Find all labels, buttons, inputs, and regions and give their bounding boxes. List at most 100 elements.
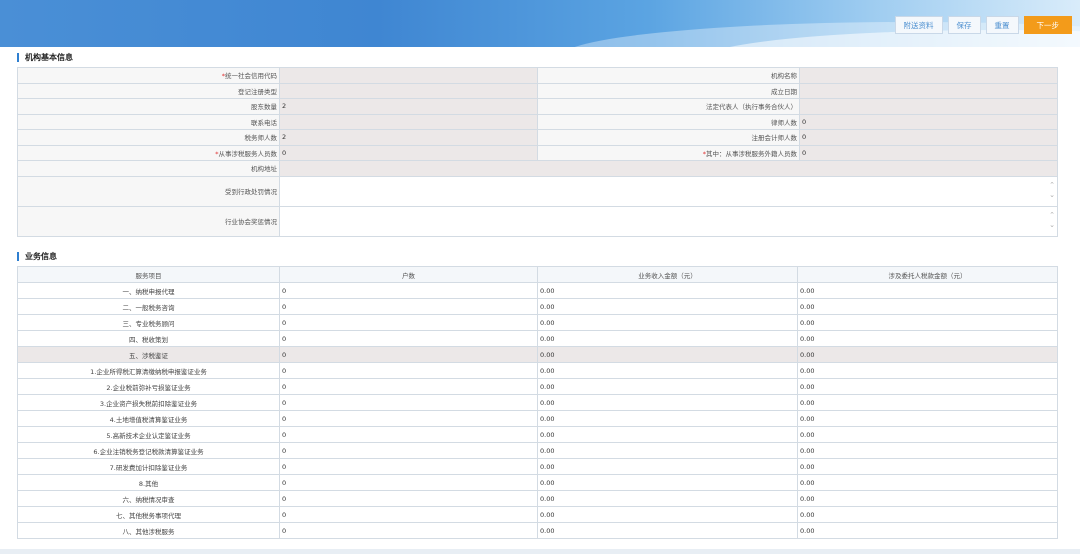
column-header: 服务项目 (17, 266, 280, 283)
field-value[interactable] (799, 67, 1058, 84)
save-button[interactable]: 保存 (947, 16, 981, 34)
tax-amount-cell[interactable]: 0.00 (797, 330, 1058, 347)
count-cell[interactable]: 0 (279, 506, 538, 523)
income-cell[interactable]: 0.00 (537, 442, 798, 459)
tax-amount-cell[interactable]: 0.00 (797, 346, 1058, 363)
count-cell[interactable]: 0 (279, 282, 538, 299)
income-cell[interactable]: 0.00 (537, 410, 798, 427)
address-field[interactable] (279, 160, 1058, 177)
table-row: 6.企业注销税务登记税款清算鉴证业务 0 0.00 0.00 (17, 442, 1058, 459)
count-cell[interactable]: 0 (279, 442, 538, 459)
count-cell[interactable]: 0 (279, 458, 538, 475)
field-label-text: 联系电话 (251, 118, 277, 127)
info-row: 联系电话 律师人数 0 (17, 113, 1058, 130)
count-cell[interactable]: 0 (279, 314, 538, 331)
count-cell[interactable]: 0 (279, 330, 538, 347)
field-value[interactable] (799, 82, 1058, 99)
attach-documents-button[interactable]: 附送资料 (894, 16, 943, 34)
column-header: 涉及委托人税款金额（元） (797, 266, 1058, 283)
info-row-textarea: 受到行政处罚情况 ⌃ ⌄ (17, 175, 1058, 207)
income-cell[interactable]: 0.00 (537, 346, 798, 363)
field-label: 机构名称 (537, 67, 800, 84)
table-row: 4.土地增值税清算鉴证业务 0 0.00 0.00 (17, 410, 1058, 427)
field-value[interactable]: 0 (799, 113, 1058, 130)
table-row: 8.其他 0 0.00 0.00 (17, 474, 1058, 491)
tax-amount-cell[interactable]: 0.00 (797, 394, 1058, 411)
income-cell[interactable]: 0.00 (537, 474, 798, 491)
count-cell[interactable]: 0 (279, 346, 538, 363)
tax-amount-cell[interactable]: 0.00 (797, 506, 1058, 523)
count-cell[interactable]: 0 (279, 426, 538, 443)
field-label-text: 律师人数 (771, 118, 797, 127)
income-cell[interactable]: 0.00 (537, 362, 798, 379)
income-cell[interactable]: 0.00 (537, 282, 798, 299)
income-cell[interactable]: 0.00 (537, 394, 798, 411)
service-item-label: 3.企业资产损失税前扣除鉴证业务 (17, 394, 280, 411)
income-cell[interactable]: 0.00 (537, 378, 798, 395)
penalty-textarea[interactable]: ⌃ ⌄ (279, 175, 1058, 207)
field-value[interactable] (279, 113, 538, 130)
field-value[interactable]: 2 (279, 129, 538, 146)
count-cell[interactable]: 0 (279, 522, 538, 539)
tax-amount-cell[interactable]: 0.00 (797, 378, 1058, 395)
tax-amount-cell[interactable]: 0.00 (797, 522, 1058, 539)
table-row: 7.研发费加计扣除鉴证业务 0 0.00 0.00 (17, 458, 1058, 475)
income-cell[interactable]: 0.00 (537, 330, 798, 347)
tax-amount-cell[interactable]: 0.00 (797, 362, 1058, 379)
info-row: 登记注册类型 成立日期 (17, 82, 1058, 99)
column-header: 户数 (279, 266, 538, 283)
field-label-text: 统一社会信用代码 (225, 72, 277, 81)
reset-button[interactable]: 重置 (985, 16, 1019, 34)
service-item-label: 8.其他 (17, 474, 280, 491)
income-cell[interactable]: 0.00 (537, 506, 798, 523)
tax-amount-cell[interactable]: 0.00 (797, 410, 1058, 427)
field-label: 机构地址 (17, 160, 280, 177)
income-cell[interactable]: 0.00 (537, 458, 798, 475)
field-label: 法定代表人（执行事务合伙人） (537, 98, 800, 115)
field-value[interactable] (279, 67, 538, 84)
count-cell[interactable]: 0 (279, 394, 538, 411)
field-label-text: 股东数量 (251, 103, 277, 112)
tax-amount-cell[interactable]: 0.00 (797, 426, 1058, 443)
scroll-arrows-icon[interactable]: ⌃ ⌄ (1049, 210, 1055, 230)
count-cell[interactable]: 0 (279, 490, 538, 507)
award-textarea[interactable]: ⌃ ⌄ (279, 205, 1058, 237)
field-label: 注册会计师人数 (537, 129, 800, 146)
service-item-label: 四、税收策划 (17, 330, 280, 347)
field-value[interactable]: 0 (799, 144, 1058, 161)
next-step-button[interactable]: 下一步 (1023, 16, 1072, 34)
table-row: 3.企业资产损失税前扣除鉴证业务 0 0.00 0.00 (17, 394, 1058, 411)
field-value[interactable]: 0 (279, 144, 538, 161)
field-label-text: 机构地址 (251, 165, 277, 174)
tax-amount-cell[interactable]: 0.00 (797, 282, 1058, 299)
service-item-label: 三、专业税务顾问 (17, 314, 280, 331)
income-cell[interactable]: 0.00 (537, 490, 798, 507)
income-cell[interactable]: 0.00 (537, 314, 798, 331)
field-value[interactable]: 2 (279, 98, 538, 115)
service-item-label: 一、纳税申报代理 (17, 282, 280, 299)
field-value[interactable] (799, 98, 1058, 115)
business-info-table: 服务项目 户数 业务收入金额（元） 涉及委托人税款金额（元） 一、纳税申报代理 0 0.0… (17, 266, 1058, 539)
tax-amount-cell[interactable]: 0.00 (797, 442, 1058, 459)
field-value[interactable]: 0 (799, 129, 1058, 146)
header-banner: 附送资料 保存 重置 下一步 (0, 0, 1080, 47)
field-label: *其中：从事涉税服务外籍人员数 (537, 144, 800, 161)
info-row: *从事涉税服务人员数 0 *其中：从事涉税服务外籍人员数 0 (17, 144, 1058, 161)
tax-amount-cell[interactable]: 0.00 (797, 458, 1058, 475)
field-value[interactable] (279, 82, 538, 99)
income-cell[interactable]: 0.00 (537, 298, 798, 315)
count-cell[interactable]: 0 (279, 378, 538, 395)
field-label-text: 成立日期 (771, 87, 797, 96)
count-cell[interactable]: 0 (279, 474, 538, 491)
tax-amount-cell[interactable]: 0.00 (797, 298, 1058, 315)
income-cell[interactable]: 0.00 (537, 426, 798, 443)
count-cell[interactable]: 0 (279, 362, 538, 379)
scroll-arrows-icon[interactable]: ⌃ ⌄ (1049, 180, 1055, 200)
count-cell[interactable]: 0 (279, 298, 538, 315)
tax-amount-cell[interactable]: 0.00 (797, 490, 1058, 507)
tax-amount-cell[interactable]: 0.00 (797, 314, 1058, 331)
income-cell[interactable]: 0.00 (537, 522, 798, 539)
tax-amount-cell[interactable]: 0.00 (797, 474, 1058, 491)
count-cell[interactable]: 0 (279, 410, 538, 427)
table-row: 三、专业税务顾问 0 0.00 0.00 (17, 314, 1058, 331)
